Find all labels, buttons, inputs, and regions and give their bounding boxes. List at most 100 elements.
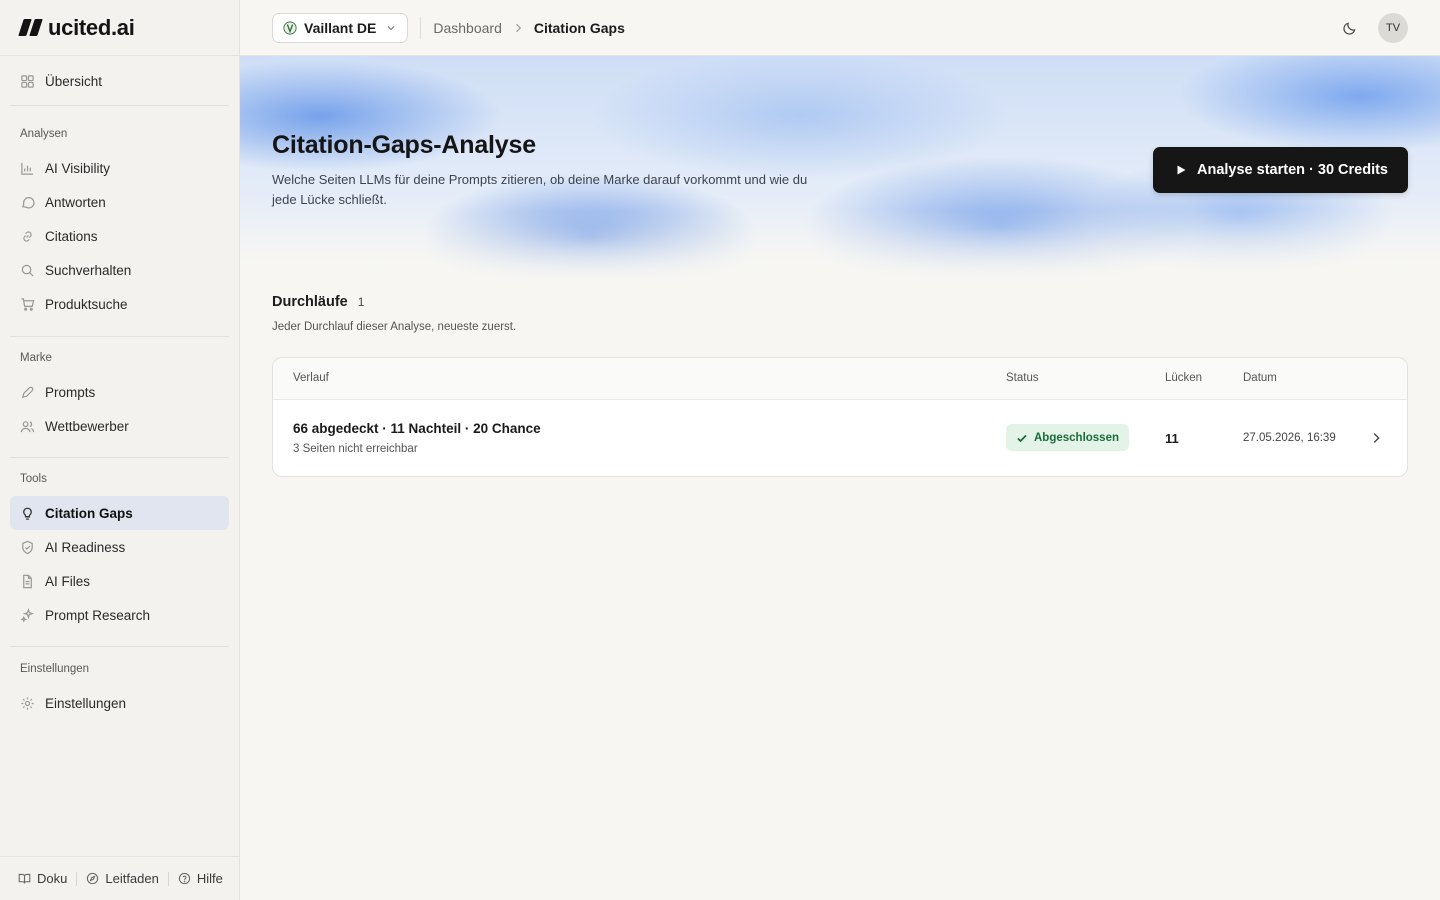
sparkles-icon xyxy=(20,607,35,623)
sidebar-divider xyxy=(10,457,229,458)
footer-link-leitfaden[interactable]: Leitfaden xyxy=(86,871,159,886)
sidebar-item-produktsuche[interactable]: Produktsuche xyxy=(10,287,229,321)
sidebar-item-label: AI Files xyxy=(45,573,91,589)
moon-icon[interactable] xyxy=(1334,13,1364,43)
sidebar-item-label: Übersicht xyxy=(45,73,103,89)
logo[interactable]: ucited.ai xyxy=(0,0,239,56)
sidebar-item-ai-files[interactable]: AI Files xyxy=(10,564,229,598)
runs-table: Verlauf Status Lücken Datum 66 abgedeckt… xyxy=(272,357,1408,477)
footer-link-label: Doku xyxy=(37,871,68,886)
sidebar-divider xyxy=(10,336,229,337)
footer-separator xyxy=(167,871,169,886)
sidebar-item-wettbewerber[interactable]: Wettbewerber xyxy=(10,409,229,443)
footer-link-label: Leitfaden xyxy=(105,871,159,886)
sidebar-item-label: AI Visibility xyxy=(45,160,111,176)
file-text-icon xyxy=(20,574,35,589)
page-subtitle: Welche Seiten LLMs für deine Prompts zit… xyxy=(272,172,808,207)
sidebar-item-label: Prompt Research xyxy=(45,607,151,623)
gear-icon xyxy=(20,696,35,711)
sidebar-item-overview[interactable]: Übersicht xyxy=(10,64,229,98)
footer-link-hilfe[interactable]: Hilfe xyxy=(178,871,223,886)
sidebar-item-label: Antworten xyxy=(45,194,106,210)
section-label-marke: Marke xyxy=(20,352,52,364)
run-summary: 66 abgedeckt · 11 Nachteil · 20 Chance xyxy=(293,421,541,436)
avatar[interactable]: TV xyxy=(1378,13,1408,43)
grid-icon xyxy=(20,74,35,89)
sidebar-divider xyxy=(10,646,229,647)
runs-heading: Durchläufe 1 xyxy=(272,294,364,310)
sidebar-item-einstellungen[interactable]: Einstellungen xyxy=(10,686,229,720)
search-icon xyxy=(20,263,35,278)
start-analysis-button[interactable]: Analyse starten · 30 Credits xyxy=(1153,147,1408,193)
sidebar-item-label: Wettbewerber xyxy=(45,418,129,434)
users-icon xyxy=(20,419,35,434)
chevron-right-icon[interactable] xyxy=(1369,431,1383,445)
topbar: Vaillant DE Dashboard Citation Gaps TV xyxy=(240,0,1440,56)
play-icon xyxy=(1177,165,1186,175)
topbar-actions: TV xyxy=(1334,13,1408,43)
sidebar-divider xyxy=(10,105,229,106)
sidebar-item-citations[interactable]: Citations xyxy=(10,219,229,253)
help-circle-icon xyxy=(178,872,191,885)
run-date: 27.05.2026, 16:39 xyxy=(1243,432,1336,444)
shield-check-icon xyxy=(20,540,35,555)
sidebar-footer: Doku Leitfaden Hilfe xyxy=(0,856,239,900)
logo-text: ucited.ai xyxy=(48,14,135,40)
start-analysis-label: Analyse starten · 30 Credits xyxy=(1197,162,1388,178)
runs-count: 1 xyxy=(357,295,365,309)
hero-banner: Citation-Gaps-Analyse Welche Seiten LLMs… xyxy=(240,56,1440,280)
page-title: Citation-Gaps-Analyse xyxy=(272,131,536,159)
run-detail: 3 Seiten nicht erreichbar xyxy=(293,443,418,455)
brand-logo-icon xyxy=(283,20,297,35)
footer-separator xyxy=(76,871,78,886)
sidebar-item-label: Citations xyxy=(45,228,98,244)
breadcrumb-dashboard[interactable]: Dashboard xyxy=(433,20,502,36)
table-header: Verlauf Status Lücken Datum xyxy=(273,358,1407,400)
runs-description: Jeder Durchlauf dieser Analyse, neueste … xyxy=(272,321,517,333)
book-icon xyxy=(18,873,31,884)
sidebar-item-label: Suchverhalten xyxy=(45,262,132,278)
brand-selector[interactable]: Vaillant DE xyxy=(272,12,409,43)
brand-selector-label: Vaillant DE xyxy=(304,19,377,36)
topbar-divider xyxy=(420,16,422,39)
breadcrumb-current: Citation Gaps xyxy=(533,19,625,36)
tag-icon xyxy=(20,385,35,400)
section-label-analysen: Analysen xyxy=(20,128,68,140)
chevron-down-icon xyxy=(385,22,397,34)
sidebar-item-citation-gaps[interactable]: Citation Gaps xyxy=(10,496,229,530)
sidebar-item-suchverhalten[interactable]: Suchverhalten xyxy=(10,253,229,287)
cart-icon xyxy=(20,297,35,312)
sidebar-item-label: Prompts xyxy=(45,384,96,400)
sidebar-item-antworten[interactable]: Antworten xyxy=(10,185,229,219)
sidebar-item-label: Produktsuche xyxy=(45,296,128,312)
logo-mark-icon xyxy=(18,19,43,36)
sidebar-item-label: Citation Gaps xyxy=(45,505,133,521)
compass-icon xyxy=(87,872,99,885)
section-label-tools: Tools xyxy=(20,473,47,485)
sidebar: ucited.ai Übersicht Analysen AI Visibili… xyxy=(0,0,240,900)
sidebar-item-label: Einstellungen xyxy=(45,695,127,711)
check-icon xyxy=(1017,434,1027,442)
chevron-right-icon xyxy=(512,22,524,34)
column-header-datum: Datum xyxy=(1243,372,1277,384)
runs-title: Durchläufe xyxy=(272,294,348,310)
run-gaps-count: 11 xyxy=(1165,431,1179,446)
link-icon xyxy=(20,229,35,244)
footer-link-doku[interactable]: Doku xyxy=(18,871,67,886)
sidebar-item-label: AI Readiness xyxy=(45,539,126,555)
bar-chart-icon xyxy=(20,161,35,176)
column-header-luecken: Lücken xyxy=(1165,372,1203,384)
sidebar-item-ai-visibility[interactable]: AI Visibility xyxy=(10,151,229,185)
chat-bubble-icon xyxy=(20,195,35,210)
lightbulb-icon xyxy=(20,506,35,521)
section-label-einstellungen: Einstellungen xyxy=(20,663,90,675)
sidebar-item-ai-readiness[interactable]: AI Readiness xyxy=(10,530,229,564)
status-badge-label: Abgeschlossen xyxy=(1034,431,1119,444)
sidebar-item-prompt-research[interactable]: Prompt Research xyxy=(10,598,229,632)
column-header-verlauf: Verlauf xyxy=(293,372,329,384)
table-row[interactable]: 66 abgedeckt · 11 Nachteil · 20 Chance 3… xyxy=(273,400,1407,476)
footer-link-label: Hilfe xyxy=(196,871,223,886)
sidebar-item-prompts[interactable]: Prompts xyxy=(10,375,229,409)
status-badge: Abgeschlossen xyxy=(1006,424,1129,451)
column-header-status: Status xyxy=(1006,372,1039,384)
